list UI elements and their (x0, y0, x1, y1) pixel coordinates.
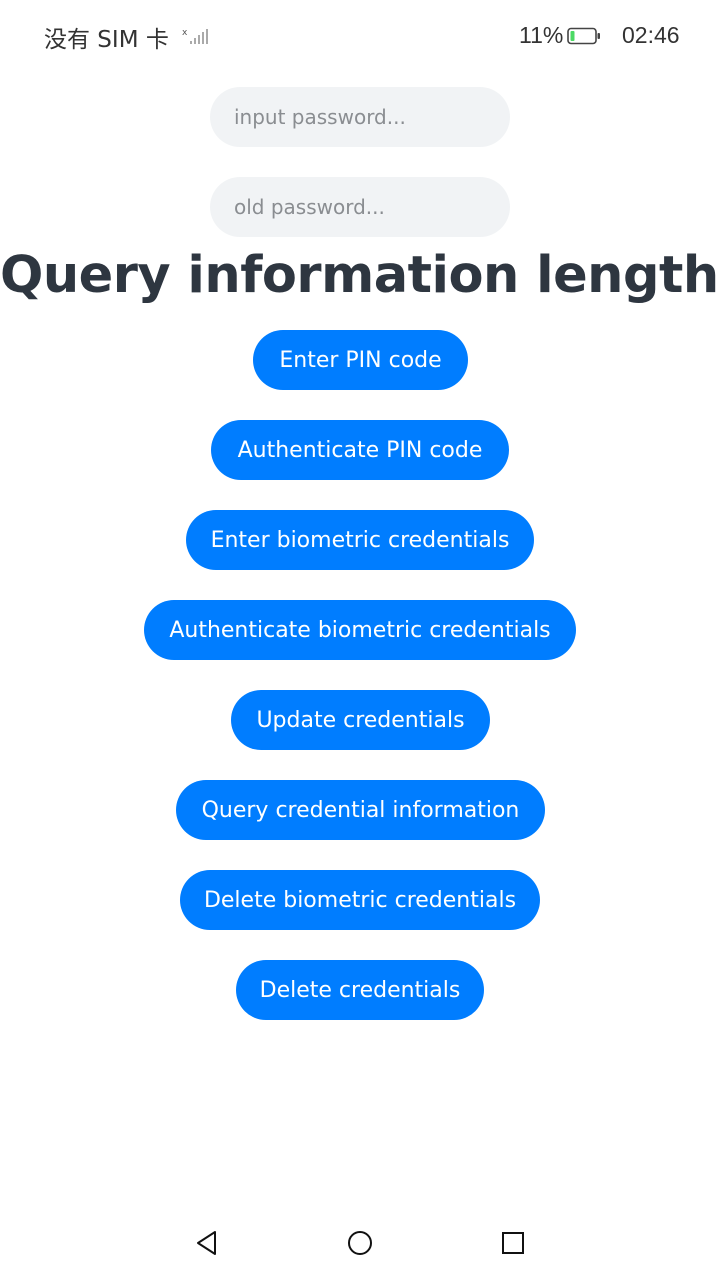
delete-biometric-button[interactable]: Delete biometric credentials (180, 870, 540, 930)
password-input[interactable] (210, 87, 510, 147)
recent-apps-icon[interactable] (498, 1228, 528, 1258)
authenticate-pin-button[interactable]: Authenticate PIN code (211, 420, 509, 480)
home-icon[interactable] (345, 1228, 375, 1258)
update-credentials-button[interactable]: Update credentials (231, 690, 490, 750)
navigation-bar (0, 1210, 720, 1280)
old-password-input[interactable] (210, 177, 510, 237)
delete-credentials-button[interactable]: Delete credentials (236, 960, 484, 1020)
screen: 没有 SIM 卡 x 11% 02:46 Query information l… (0, 0, 720, 1280)
query-credential-info-button[interactable]: Query credential information (176, 780, 545, 840)
svg-text:x: x (182, 28, 188, 38)
signal-icon: x (182, 28, 208, 44)
enter-pin-button[interactable]: Enter PIN code (253, 330, 468, 390)
authenticate-biometric-button[interactable]: Authenticate biometric credentials (144, 600, 576, 660)
query-info-length: Query information length: 1 (0, 246, 720, 305)
back-icon[interactable] (192, 1228, 222, 1258)
battery-percentage: 11% (519, 22, 564, 48)
status-bar: 没有 SIM 卡 x 11% 02:46 (0, 0, 720, 70)
battery-icon (567, 27, 600, 45)
clock: 02:46 (622, 22, 680, 48)
sim-status: 没有 SIM 卡 (44, 27, 169, 53)
enter-biometric-button[interactable]: Enter biometric credentials (186, 510, 534, 570)
